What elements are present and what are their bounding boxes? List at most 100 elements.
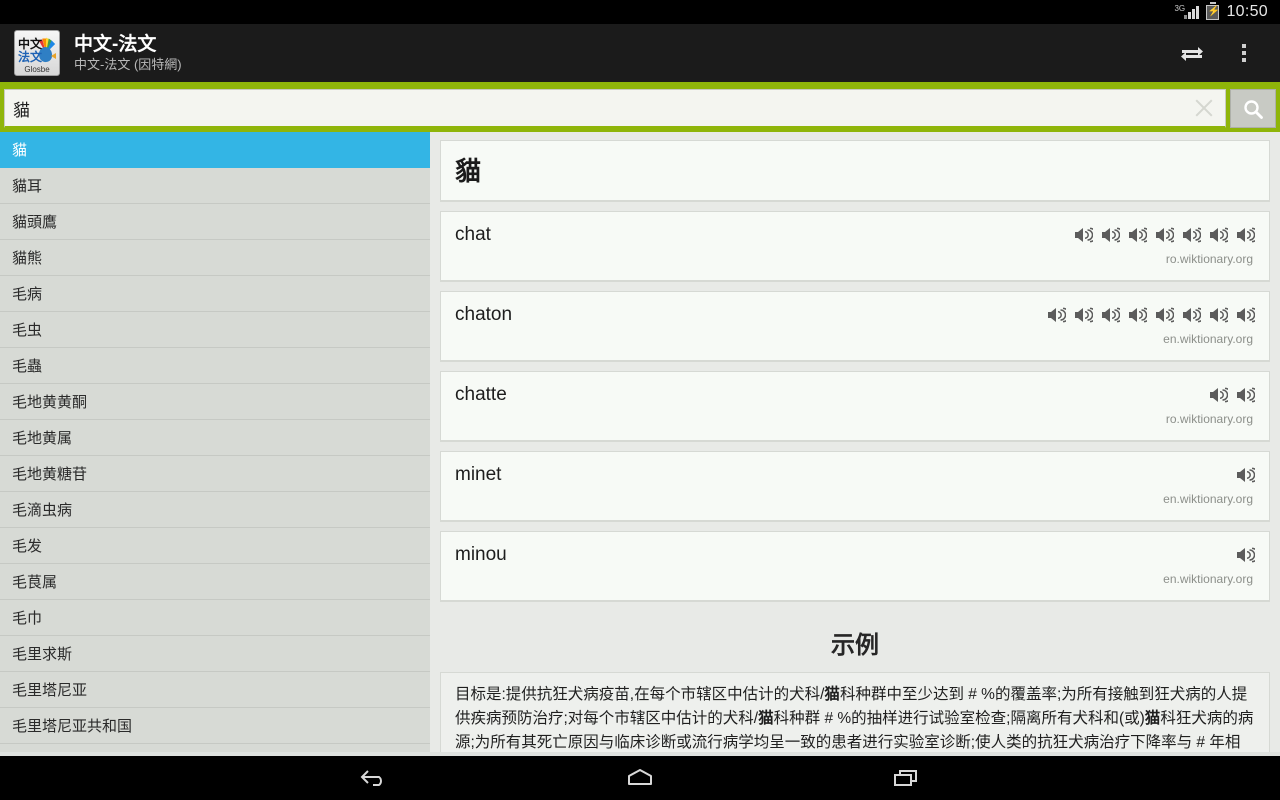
translations-list: chat ro.wiktionary.org chaton en.wiktionary… [440,211,1270,602]
suggestion-item-label: 貓熊 [12,250,43,267]
search-bar [0,86,1280,132]
back-button[interactable] [346,760,402,796]
suggestion-item-label: 毛里塔尼亚 [12,682,88,699]
suggestion-item-label: 毛发 [12,538,43,555]
suggestion-item-label: 毛地黄黄酮 [12,394,88,411]
suggestion-item[interactable]: 毛病 [0,276,430,312]
status-bar: 3G ⚡ 10:50 [0,0,1280,24]
translation-row: minet [455,464,1255,486]
suggestion-item-label: 毛虫 [12,322,43,339]
translation-row: chaton [455,304,1255,326]
pronunciation-speaker-icon[interactable] [1235,306,1255,324]
recent-apps-button[interactable] [878,760,934,796]
translation-term: chaton [455,304,513,325]
translation-card[interactable]: minou en.wiktionary.org [440,531,1270,602]
translation-term: minet [455,464,502,485]
pronunciation-speaker-icon[interactable] [1127,226,1147,244]
pronunciation-group [507,544,1255,564]
search-input[interactable] [13,98,1185,118]
translation-source: ro.wiktionary.org [1165,412,1253,426]
overflow-menu-button[interactable] [1218,27,1270,79]
bird-beak [51,53,56,59]
suggestion-item[interactable]: 毛蟲 [0,348,430,384]
content-area: 貓貓耳 貓頭鷹 貓熊 毛病 毛虫 毛蟲 毛地黄黄酮 毛地黄属 毛地黄糖苷 毛滴虫病 毛发 毛茛属 毛巾毛… [0,132,1280,752]
suggestion-item[interactable]: 毛里塔尼亚 [0,672,430,708]
translation-card[interactable]: chaton en.wiktionary.org [440,291,1270,362]
headword-card: 貓 [440,140,1270,202]
translation-card[interactable]: chat ro.wiktionary.org [440,211,1270,282]
clear-icon[interactable] [1191,95,1217,121]
suggestion-item-label: 毛地黄属 [12,430,73,447]
battery-charging-icon: ⚡ [1206,1,1220,20]
headword: 貓 [455,156,482,186]
example-card: 目标是:提供抗狂犬病疫苗,在每个市辖区中估计的犬科/猫科种群中至少达到 # %的… [440,672,1270,752]
example-fragment: 科种群 # %的抽样进行试验室检查;隔离所有犬科和(或) [773,710,1145,727]
suggestion-item[interactable]: 毛虫 [0,312,430,348]
suggestion-item-label: 毛地黄糖苷 [12,466,88,483]
pronunciation-speaker-icon[interactable] [1127,306,1147,324]
suggestion-item[interactable]: 貓頭鷹 [0,204,430,240]
pronunciation-speaker-icon[interactable] [1073,226,1093,244]
pronunciation-speaker-icon[interactable] [1235,386,1255,404]
suggestion-item-label: 毛里求斯 [12,646,73,663]
suggestion-item[interactable]: 毛滴虫病 [0,492,430,528]
swap-languages-icon [1181,47,1203,61]
suggestion-item[interactable]: 毛里求斯 [0,636,430,672]
pronunciation-speaker-icon[interactable] [1073,306,1093,324]
translation-term: minou [455,544,507,565]
translation-source: en.wiktionary.org [1163,492,1253,506]
pronunciation-speaker-icon[interactable] [1046,306,1066,324]
example-highlight: 猫 [824,686,840,703]
suggestion-item[interactable]: 毛地黄糖苷 [0,456,430,492]
pronunciation-speaker-icon[interactable] [1154,306,1174,324]
pronunciation-speaker-icon[interactable] [1208,386,1228,404]
suggestion-item-label: 毛里塔尼亚共和国 [12,718,133,735]
search-field-wrapper[interactable] [4,89,1226,128]
translation-source: ro.wiktionary.org [1165,252,1253,266]
suggestion-item[interactable]: 貓熊 [0,240,430,276]
suggestion-item[interactable]: 毛里塔尼亚共和国 [0,708,430,744]
pronunciation-speaker-icon[interactable] [1100,306,1120,324]
translation-card[interactable]: chatte ro.wiktionary.org [440,371,1270,442]
page-title: 中文-法文 [74,33,157,55]
suggestion-item-label: 貓 [12,142,28,159]
translation-body: chat ro.wiktionary.org [441,212,1269,280]
pronunciation-speaker-icon[interactable] [1208,226,1228,244]
suggestion-item-label: 毛病 [12,286,43,303]
swap-languages-button[interactable] [1166,27,1218,79]
suggestion-item-label: 毛巾 [12,610,43,627]
suggestion-item[interactable]: 毛巾 [0,600,430,636]
suggestion-list[interactable]: 貓貓耳貓頭鷹貓熊毛病毛虫毛蟲毛地黄黄酮毛地黄属毛地黄糖苷毛滴虫病毛发毛茛属毛巾毛… [0,132,430,752]
translation-source: en.wiktionary.org [1163,572,1253,586]
suggestion-item[interactable]: 貓 [0,132,430,168]
suggestion-item[interactable]: 毛茛属 [0,564,430,600]
pronunciation-speaker-icon[interactable] [1154,226,1174,244]
pronunciation-speaker-icon[interactable] [1235,466,1255,484]
pronunciation-speaker-icon[interactable] [1181,306,1201,324]
examples-heading: 示例 [831,632,879,659]
action-bar: 中文 法文 Glosbe 中文-法文 中文-法文 (因特網) [0,24,1280,86]
pronunciation-speaker-icon[interactable] [1235,546,1255,564]
pronunciation-speaker-icon[interactable] [1100,226,1120,244]
pronunciation-speaker-icon[interactable] [1181,226,1201,244]
action-bar-titles: 中文-法文 中文-法文 (因特網) [74,34,182,73]
app-logo-icon: 中文 法文 Glosbe [14,30,60,76]
translation-body: chatte ro.wiktionary.org [441,372,1269,440]
suggestion-item[interactable]: 毛地黄属 [0,420,430,456]
suggestion-item-label: 貓頭鷹 [12,214,58,231]
suggestion-item[interactable]: 毛地黄黄酮 [0,384,430,420]
translation-body: minou en.wiktionary.org [441,532,1269,600]
suggestion-item[interactable]: 貓耳 [0,168,430,204]
network-signal-icon: 3G [1174,4,1200,19]
pronunciation-group [501,464,1255,484]
translation-card[interactable]: minet en.wiktionary.org [440,451,1270,522]
page-subtitle: 中文-法文 (因特網) [74,56,182,72]
status-bar-clock: 10:50 [1226,3,1268,20]
home-button[interactable] [612,760,668,796]
pronunciation-group [512,304,1255,324]
entry-panel: 貓 chat ro.wiktionary.org chaton en.wiktiona… [430,132,1280,752]
pronunciation-speaker-icon[interactable] [1235,226,1255,244]
search-button[interactable] [1230,89,1276,128]
suggestion-item[interactable]: 毛发 [0,528,430,564]
pronunciation-speaker-icon[interactable] [1208,306,1228,324]
